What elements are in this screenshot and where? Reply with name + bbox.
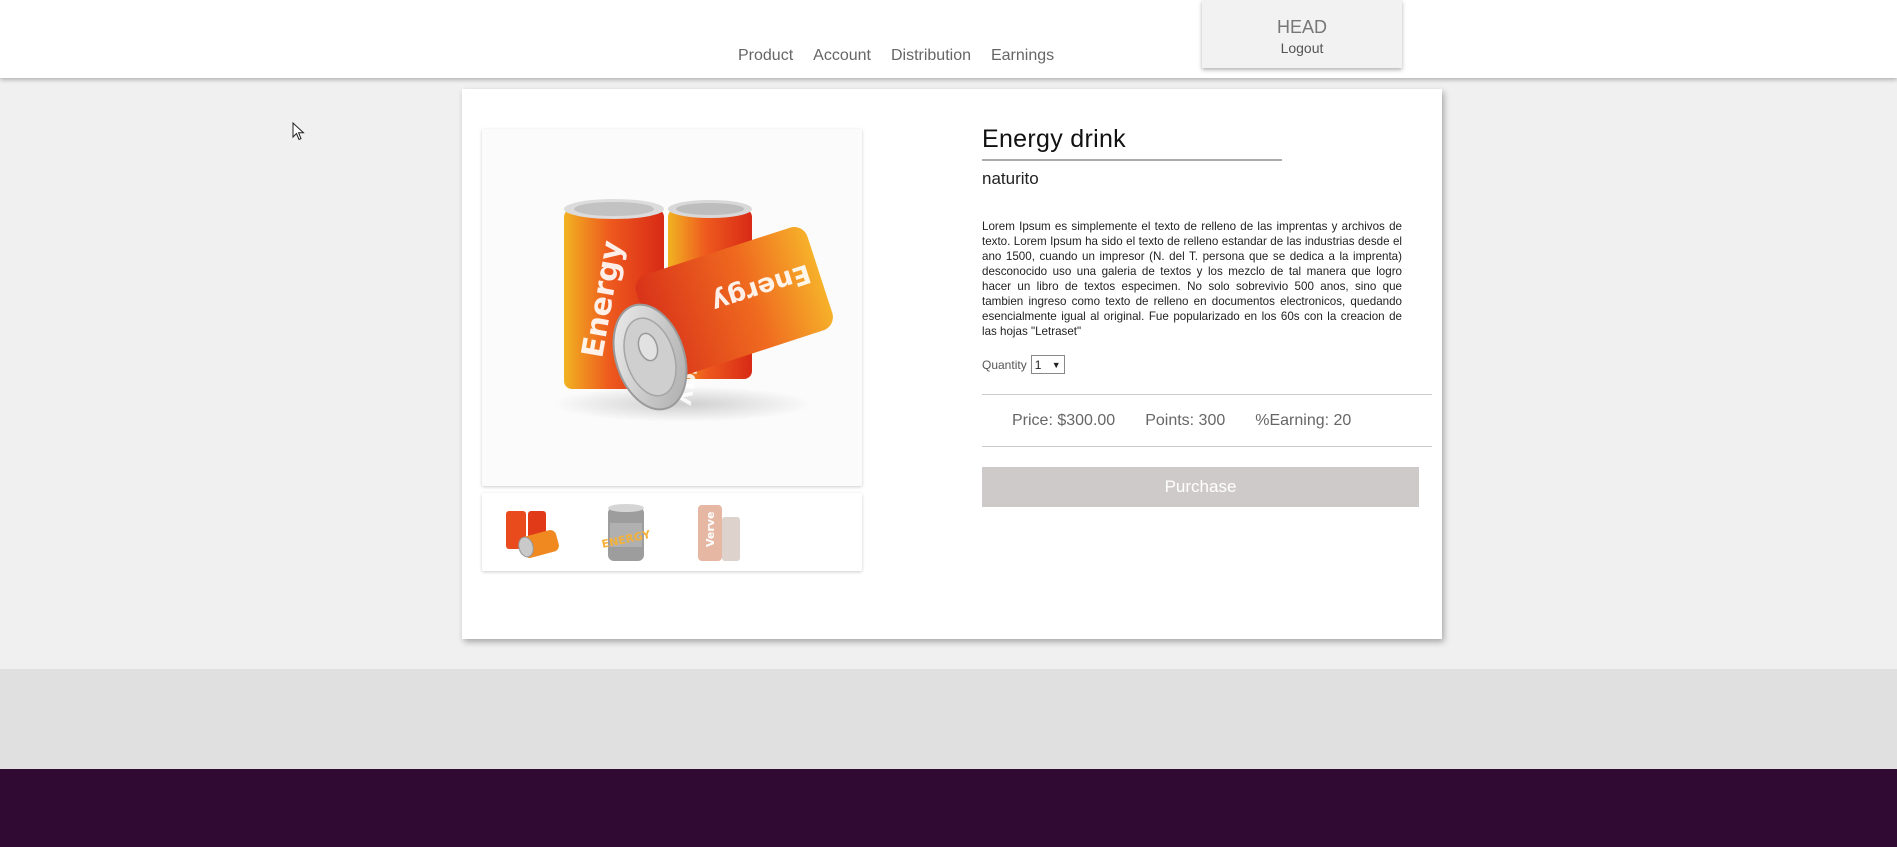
product-description: Lorem Ipsum es simplemente el texto de r…: [982, 220, 1402, 338]
energy-cans-red-thumbnail: [506, 511, 559, 558]
purchase-button[interactable]: Purchase: [982, 467, 1419, 507]
energy-cans-faded-thumbnail: Verve: [698, 505, 740, 561]
thumbnail-strip: ENERGY Verve: [482, 493, 862, 571]
top-header: Product Account Distribution Earnings HE…: [0, 0, 1897, 78]
footer-gray-band: [0, 669, 1897, 769]
thumbnail-2[interactable]: ENERGY: [594, 499, 658, 565]
main-nav: Product Account Distribution Earnings: [738, 47, 1054, 65]
account-name: HEAD: [1276, 17, 1327, 37]
nav-account[interactable]: Account: [813, 47, 871, 65]
quantity-select[interactable]: 1 ▼: [1030, 355, 1065, 374]
mouse-cursor-icon: [292, 122, 305, 141]
energy-cans-image: Energy Energy Energy: [552, 199, 833, 422]
thumbnail-1[interactable]: [500, 499, 564, 565]
dropdown-arrow-icon: ▼: [1051, 359, 1061, 370]
points-text: Points: 300: [1145, 411, 1226, 429]
product-title: Energy drink: [982, 125, 1126, 153]
quantity-row: Quantity 1 ▼: [982, 355, 1432, 374]
product-main-image: Energy Energy Energy: [482, 129, 862, 486]
nav-product[interactable]: Product: [738, 47, 793, 65]
title-divider: [982, 159, 1282, 161]
footer-purple-band: [0, 769, 1897, 847]
quantity-label: Quantity: [982, 357, 1027, 372]
product-card: Energy Energy Energy: [462, 89, 1442, 639]
thumbnail-3[interactable]: Verve: [688, 499, 752, 565]
nav-earnings[interactable]: Earnings: [991, 47, 1054, 65]
svg-text:Verve: Verve: [704, 512, 717, 547]
price-text: Price: $300.00: [1012, 411, 1116, 429]
product-info: Energy drink naturito Lorem Ipsum es sim…: [982, 125, 1432, 507]
quantity-value: 1: [1034, 357, 1042, 372]
product-brand: naturito: [982, 169, 1039, 188]
price-row: Price: $300.00 Points: 300 %Earning: 20: [982, 394, 1432, 447]
logout-link[interactable]: Logout: [1202, 40, 1402, 56]
energy-can-silver-thumbnail: ENERGY: [601, 504, 653, 561]
nav-distribution[interactable]: Distribution: [891, 47, 971, 65]
earning-text: %Earning: 20: [1255, 411, 1352, 429]
account-box: HEAD Logout: [1202, 0, 1402, 68]
